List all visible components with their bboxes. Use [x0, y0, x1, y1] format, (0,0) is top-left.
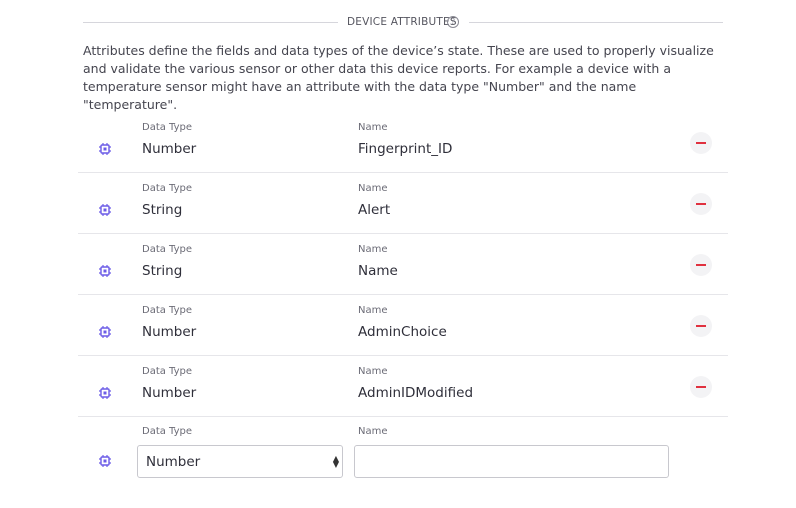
attribute-name-input[interactable] [354, 445, 669, 478]
name-value: Fingerprint_ID [358, 141, 453, 157]
name-label: Name [358, 122, 388, 133]
attribute-row: Data Type String Name Alert [78, 173, 728, 234]
chip-icon [99, 326, 111, 338]
new-attribute-row: Data Type Name Number ▲ ▼ [78, 417, 728, 487]
divider-left [83, 22, 338, 23]
data-type-value: Number [142, 385, 197, 401]
section-description: Attributes define the fields and data ty… [83, 43, 714, 112]
name-label: Name [358, 183, 388, 194]
name-value: AdminIDModified [358, 385, 474, 401]
section-title: DEVICE ATTRIBUTES [347, 16, 457, 28]
attribute-row: Data Type Number Name AdminIDModified [78, 356, 728, 417]
chip-icon [99, 204, 111, 216]
chip-icon [99, 455, 111, 467]
data-type-label: Data Type [142, 122, 193, 133]
data-type-label: Data Type [142, 366, 193, 377]
remove-attribute-button[interactable] [690, 132, 712, 154]
data-type-label: Data Type [142, 244, 193, 255]
data-type-value: Number [142, 324, 197, 340]
chip-icon [99, 387, 111, 399]
remove-attribute-button[interactable] [690, 193, 712, 215]
data-type-value: Number [142, 141, 197, 157]
attribute-row: Data Type String Name Name [78, 234, 728, 295]
name-value: Name [358, 263, 398, 279]
name-label: Name [358, 366, 388, 377]
chip-icon [99, 265, 111, 277]
data-type-label: Data Type [142, 426, 193, 437]
data-type-label: Data Type [142, 183, 193, 194]
name-value: Alert [358, 202, 391, 218]
attribute-row: Data Type Number Name Fingerprint_ID [78, 112, 728, 173]
divider-right [469, 22, 723, 23]
name-label: Name [358, 426, 388, 437]
device-attributes-header: DEVICE ATTRIBUTES ? [83, 14, 723, 32]
chip-icon [99, 143, 111, 155]
name-label: Name [358, 244, 388, 255]
remove-attribute-button[interactable] [690, 315, 712, 337]
data-type-selected: Number [146, 454, 201, 470]
data-type-label: Data Type [142, 305, 193, 316]
name-value: AdminChoice [358, 324, 447, 340]
name-label: Name [358, 305, 388, 316]
help-circle-icon[interactable]: ? [447, 16, 459, 28]
data-type-value: String [142, 263, 183, 279]
remove-attribute-button[interactable] [690, 254, 712, 276]
attribute-row: Data Type Number Name AdminChoice [78, 295, 728, 356]
data-type-value: String [142, 202, 183, 218]
attribute-list: Data Type Number Name Fingerprint_ID Dat… [78, 112, 728, 417]
select-arrows-icon: ▲ ▼ [332, 454, 339, 469]
remove-attribute-button[interactable] [690, 376, 712, 398]
data-type-select[interactable]: Number ▲ ▼ [137, 445, 343, 478]
